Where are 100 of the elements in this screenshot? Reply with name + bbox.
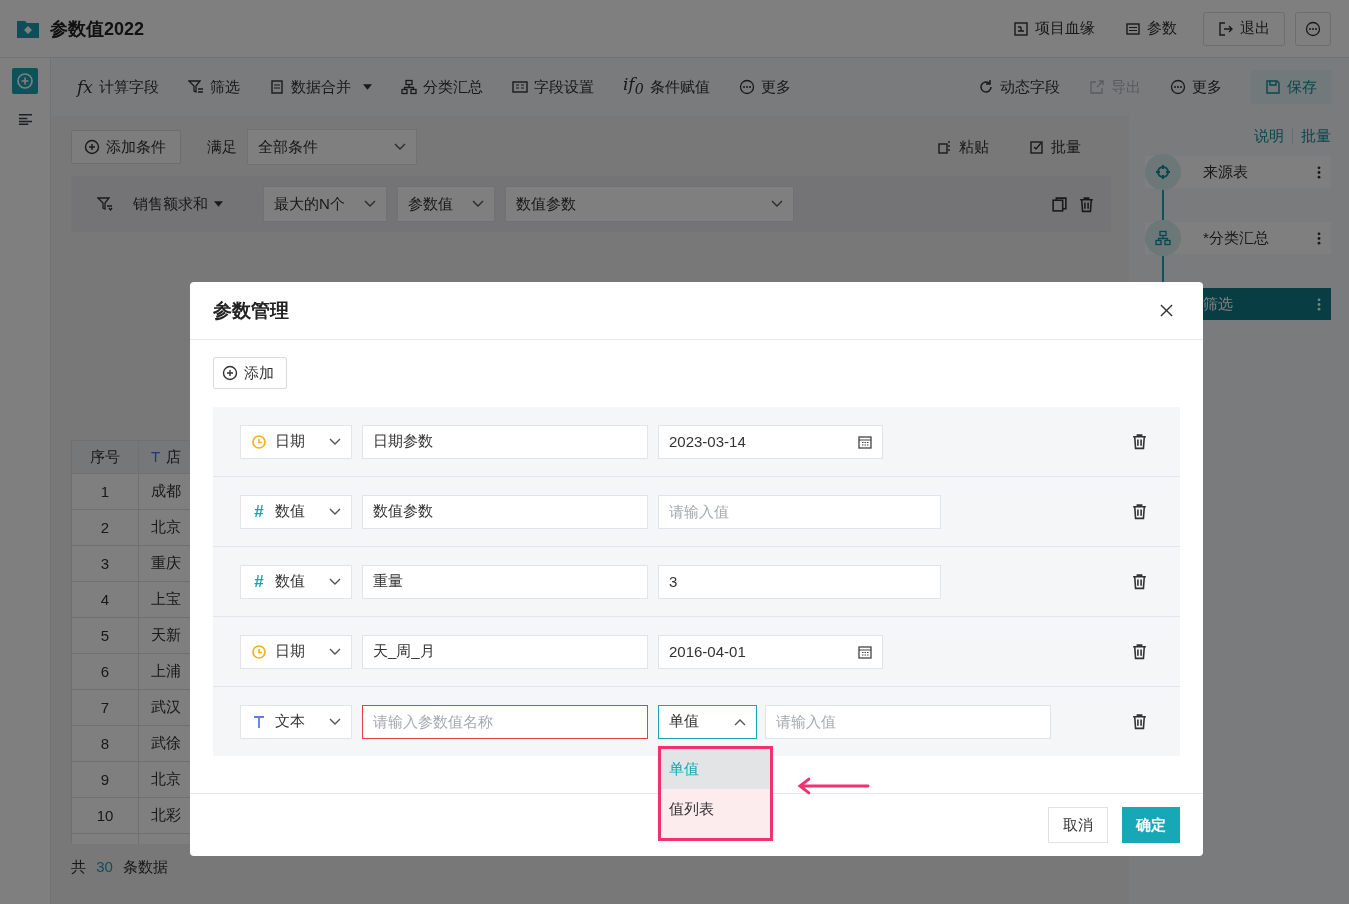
field-select[interactable]: 销售额求和 [133, 194, 223, 214]
hash-icon: # [251, 501, 267, 522]
dropdown-option[interactable]: 值列表 [661, 789, 770, 829]
table-cell: 9 [71, 761, 139, 798]
more-vertical-icon[interactable] [1317, 164, 1321, 180]
date-field[interactable]: 2016-04-01 [658, 634, 883, 669]
toolbar-button[interactable]: 更多 [738, 70, 791, 104]
formula-icon: if$_{0}$ [622, 76, 644, 98]
delete-icon[interactable] [1131, 433, 1148, 450]
more-vertical-icon[interactable] [1317, 296, 1321, 312]
table-cell: 1 [71, 473, 139, 510]
value-field[interactable]: 3 [658, 564, 941, 599]
parameter-select[interactable]: 数值参数 [505, 186, 794, 222]
add-icon [84, 139, 100, 155]
export-icon [1089, 79, 1105, 95]
type-select[interactable]: 日期 [240, 634, 352, 669]
cancel-button[interactable]: 取消 [1048, 807, 1108, 843]
type-select[interactable]: 文本 [240, 704, 352, 739]
table-cell: 5 [71, 617, 139, 654]
panel-link[interactable]: 批量 [1301, 126, 1331, 146]
more-icon [1305, 20, 1321, 37]
mode-select[interactable]: 单值 [658, 704, 757, 739]
confirm-button[interactable]: 确定 [1122, 807, 1180, 843]
date-field[interactable]: 2023-03-14 [658, 424, 883, 459]
toolbar-button[interactable]: 保存 [1251, 70, 1331, 104]
toolbar-button[interactable]: 数据合并 [268, 70, 372, 104]
paste-button[interactable]: 粘贴 [937, 130, 989, 164]
hierarchy-icon [1155, 230, 1171, 246]
delete-icon[interactable] [1131, 713, 1148, 730]
more-button[interactable] [1295, 11, 1331, 46]
source-select[interactable]: 参数值 [397, 186, 495, 222]
more-vertical-icon[interactable] [1317, 230, 1321, 246]
header-button[interactable]: 参数 [1115, 11, 1187, 46]
app-title: 参数值2022 [50, 17, 145, 41]
filter-icon [97, 196, 113, 212]
copy-icon[interactable] [1051, 195, 1068, 213]
flow-node[interactable]: 来源表 [1145, 156, 1331, 188]
document-icon [268, 79, 285, 95]
operator-select[interactable]: 最大的N个 [263, 186, 387, 222]
chevron-icon [329, 717, 341, 726]
name-field[interactable]: 天_周_月 [362, 634, 648, 669]
flow-node[interactable]: *分类汇总 [1145, 222, 1331, 254]
table-cell: 10 [71, 797, 139, 834]
caret-icon [214, 201, 223, 207]
record-count: 共 30 条数据 [71, 858, 170, 877]
table-cell: 6 [71, 653, 139, 690]
chevron-icon [394, 143, 406, 151]
header-button[interactable]: 退出 [1203, 11, 1285, 46]
table-cell: 4 [71, 581, 139, 618]
type-select[interactable]: # 数值 [240, 564, 352, 599]
calendar-icon [858, 434, 872, 449]
sliders-icon [1125, 20, 1141, 37]
form-icon [511, 79, 528, 95]
panel-link[interactable]: 说明 [1254, 126, 1284, 146]
dropdown-icon [362, 84, 372, 90]
delete-icon[interactable] [1131, 643, 1148, 660]
batch-button[interactable]: 批量 [1029, 130, 1081, 164]
header-button[interactable]: 项目血缘 [1003, 11, 1105, 46]
toolbar-button[interactable]: 字段设置 [511, 70, 594, 104]
name-field[interactable]: 数值参数 [362, 494, 648, 529]
match-select[interactable]: 全部条件 [247, 129, 417, 165]
type-select[interactable]: 日期 [240, 424, 352, 459]
chevron-icon [734, 717, 746, 726]
value-field[interactable]: 请输入值 [658, 494, 941, 529]
add-icon [222, 365, 238, 381]
list-icon[interactable] [17, 112, 33, 127]
delete-icon[interactable] [1131, 503, 1148, 520]
chevron-icon [771, 200, 783, 208]
chevron-icon [329, 577, 341, 586]
chevron-icon [472, 200, 484, 208]
add-button[interactable]: 添加 [213, 357, 287, 389]
table-cell: 3 [71, 545, 139, 582]
delete-icon[interactable] [1131, 573, 1148, 590]
toolbar-button[interactable]: 动态字段 [978, 70, 1060, 104]
text-icon [251, 713, 267, 730]
toolbar-button[interactable]: if$_{0}$ 条件赋值 [622, 70, 710, 104]
toolbar-button[interactable]: fx 计算字段 [77, 70, 159, 104]
name-field[interactable]: 日期参数 [362, 424, 648, 459]
name-field[interactable]: 请输入参数值名称 [362, 704, 648, 739]
hierarchy-icon [400, 79, 417, 95]
paste-icon [937, 139, 953, 155]
table-cell: 7 [71, 689, 139, 726]
toolbar-button[interactable]: 更多 [1170, 70, 1222, 104]
node-label: 来源表 [1202, 162, 1249, 182]
dropdown-option[interactable]: 单值 [661, 749, 770, 789]
exit-icon [1218, 20, 1234, 37]
name-field[interactable]: 重量 [362, 564, 648, 599]
save-icon [1265, 79, 1281, 95]
node-label: *分类汇总 [1202, 228, 1270, 248]
close-icon[interactable] [1160, 304, 1173, 317]
refresh-icon [978, 79, 994, 95]
node-label: 筛选 [1202, 294, 1234, 314]
calendar-icon [858, 644, 872, 659]
add-condition-button[interactable]: 添加条件 [71, 130, 181, 164]
value-field[interactable]: 请输入值 [765, 704, 1051, 739]
type-select[interactable]: # 数值 [240, 494, 352, 529]
toolbar-button[interactable]: 分类汇总 [400, 70, 483, 104]
hash-icon: # [251, 571, 267, 592]
toolbar-button[interactable]: 筛选 [187, 70, 240, 104]
chevron-icon [329, 437, 341, 446]
